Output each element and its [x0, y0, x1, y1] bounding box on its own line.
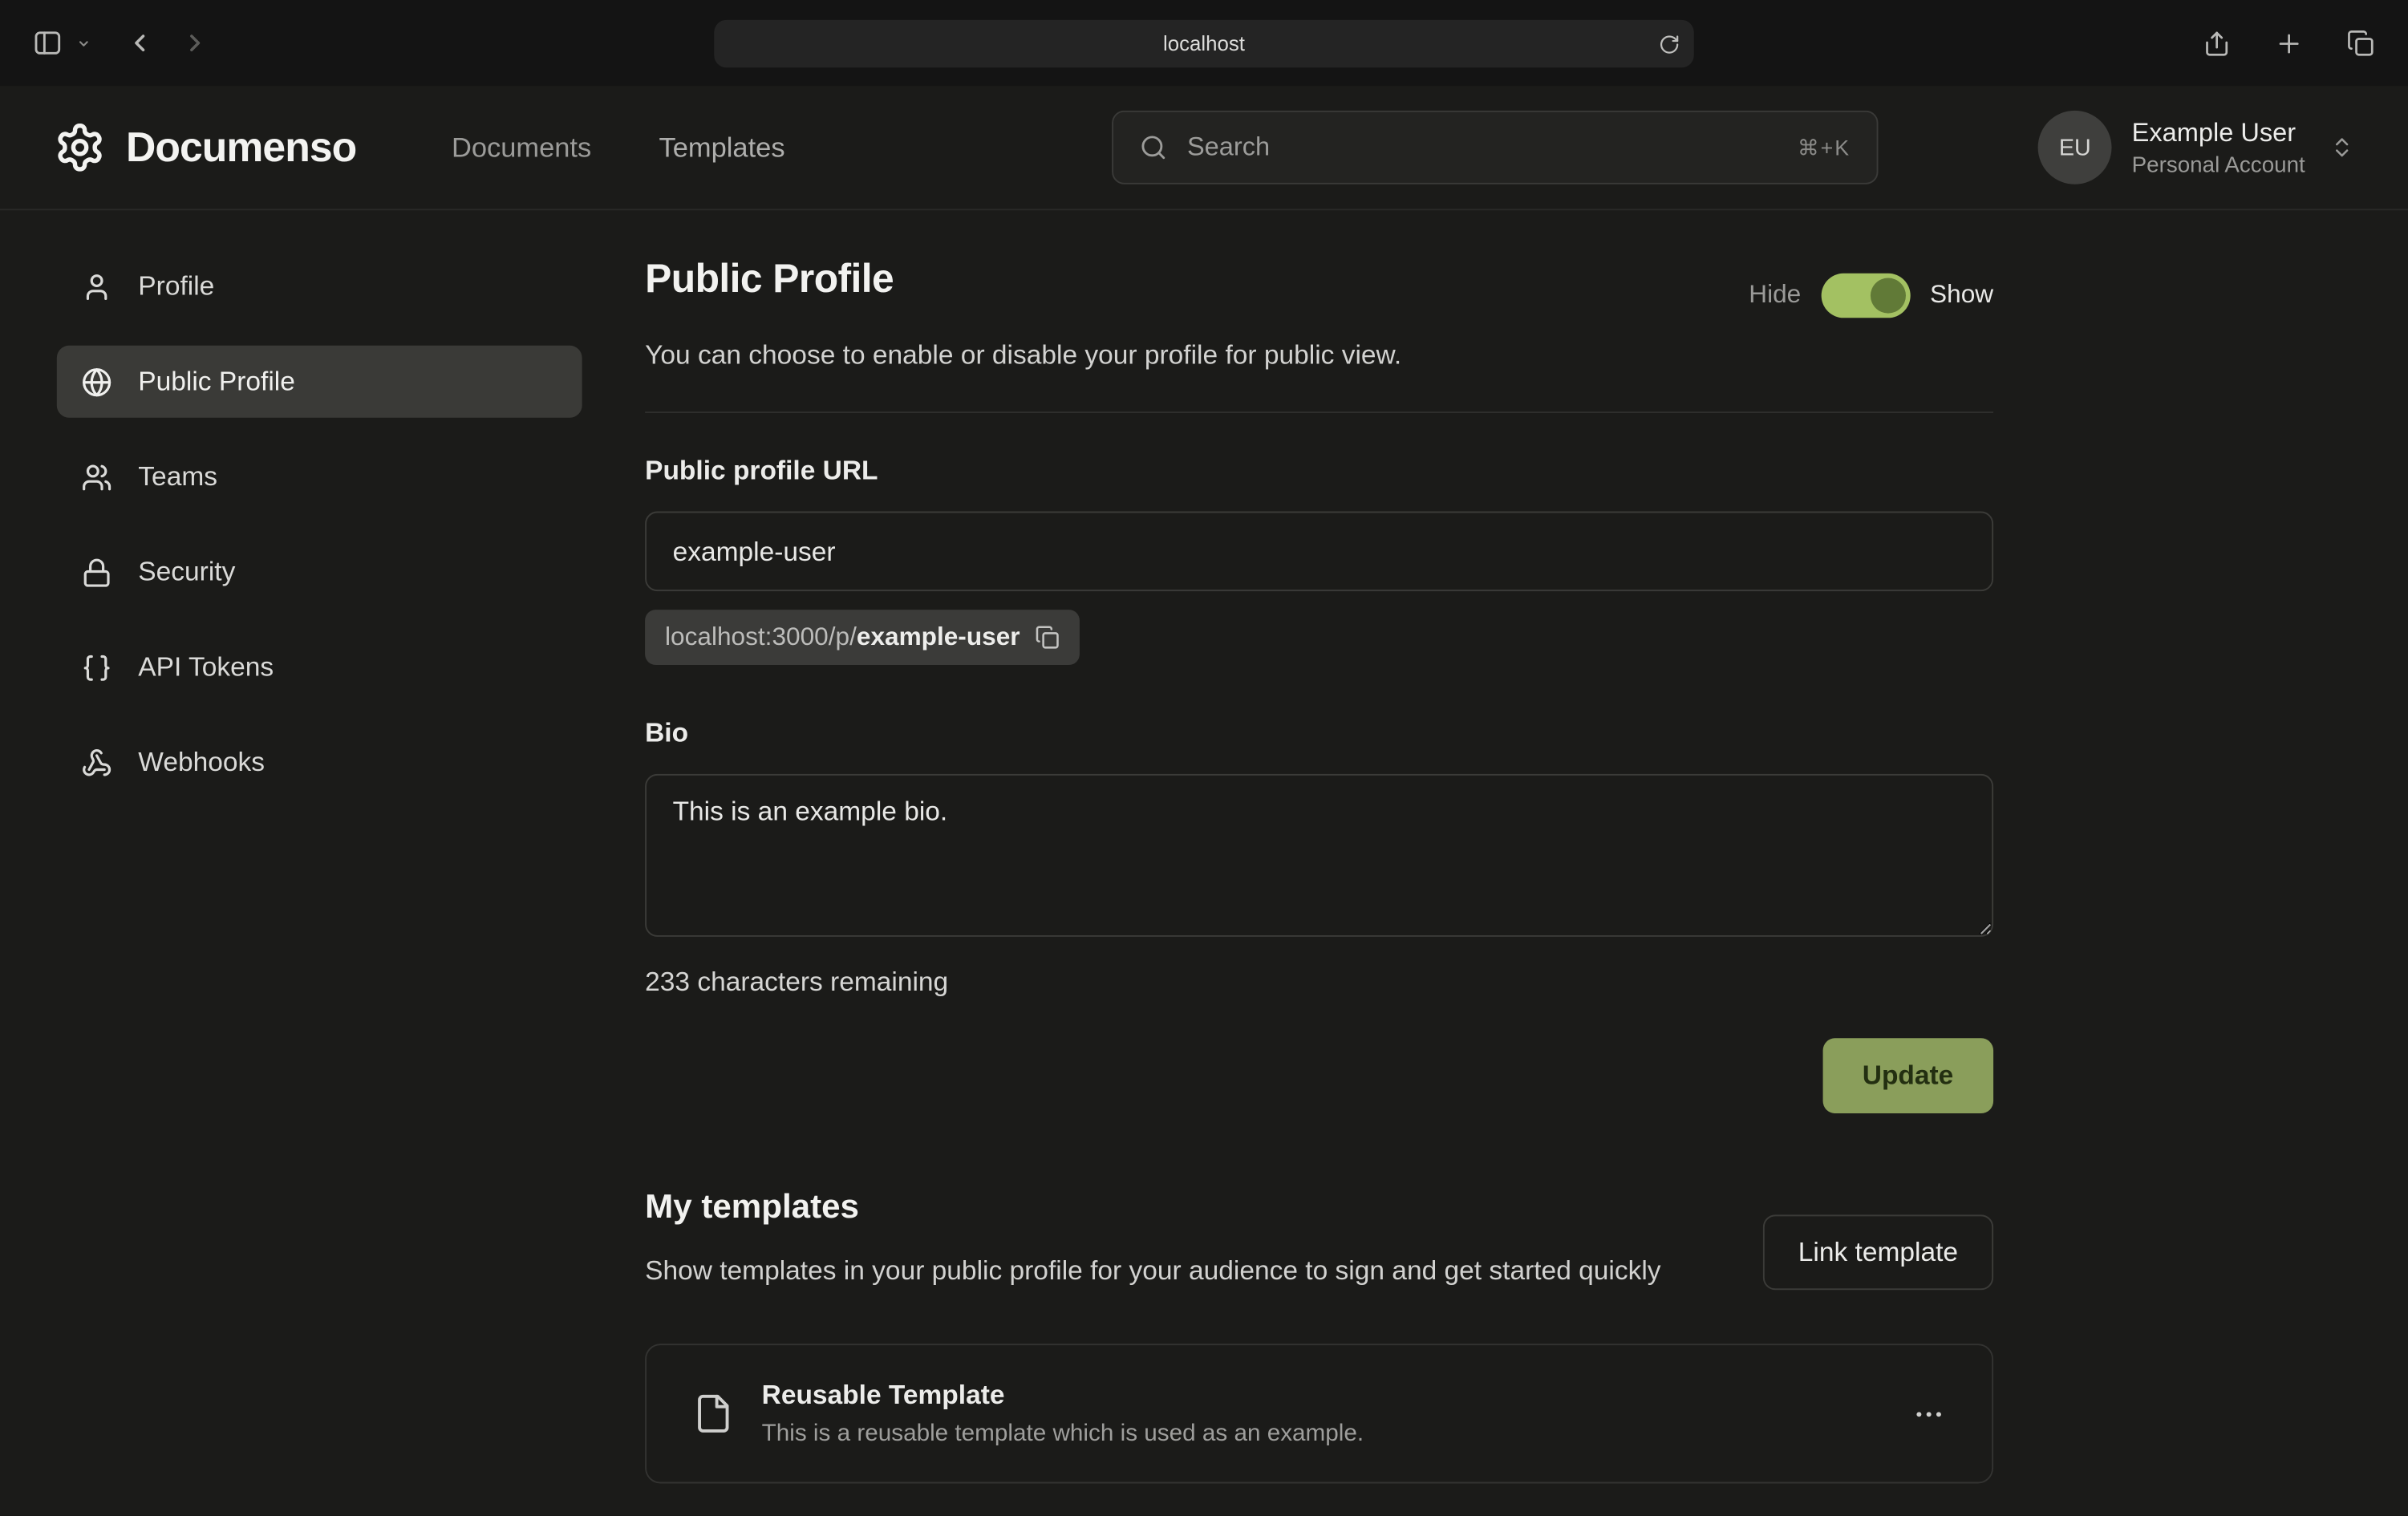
template-description: This is a reusable template which is use…	[762, 1421, 1364, 1448]
refresh-button[interactable]	[1659, 33, 1680, 55]
profile-url-chip: localhost:3000/p/example-user	[645, 610, 1080, 665]
bio-label: Bio	[645, 717, 1993, 749]
chevrons-up-down-icon	[2329, 135, 2354, 160]
toggle-knob	[1870, 278, 1905, 314]
globe-icon	[81, 367, 111, 397]
search-input[interactable]: Search ⌘+K	[1112, 111, 1878, 184]
users-icon	[81, 461, 111, 492]
page-subtitle: You can choose to enable or disable your…	[645, 339, 1993, 371]
user-info: Example User Personal Account	[2132, 117, 2305, 177]
documenso-logo-icon	[54, 121, 106, 173]
my-templates-description: Show templates in your public profile fo…	[645, 1250, 1720, 1291]
sidebar-item-profile[interactable]: Profile	[57, 250, 582, 322]
sidebar-item-webhooks[interactable]: Webhooks	[57, 727, 582, 799]
template-actions-button[interactable]	[1912, 1396, 1946, 1430]
sidebar-item-label: Profile	[138, 270, 214, 302]
browser-chrome: localhost	[0, 0, 2408, 86]
nav-documents[interactable]: Documents	[452, 132, 591, 164]
template-list-item: Reusable Template This is a reusable tem…	[645, 1344, 1993, 1483]
share-button[interactable]	[2195, 21, 2240, 66]
public-profile-url-input[interactable]	[645, 512, 1993, 592]
toggle-hide-label: Hide	[1749, 281, 1801, 310]
link-template-button[interactable]: Link template	[1763, 1214, 1993, 1290]
sidebar-item-teams[interactable]: Teams	[57, 440, 582, 513]
braces-icon	[81, 652, 111, 683]
user-account-type: Personal Account	[2132, 152, 2305, 177]
back-button[interactable]	[118, 22, 161, 65]
visibility-toggle-group: Hide Show	[1749, 274, 1993, 318]
tab-overview-button[interactable]	[2339, 21, 2384, 66]
copy-url-button[interactable]	[1036, 625, 1060, 650]
tabs-icon	[2346, 28, 2375, 57]
copy-icon	[1036, 625, 1060, 650]
avatar-initials: EU	[2059, 135, 2091, 161]
screen: localhost Documenso Documents Templates	[0, 0, 2408, 1516]
brand-name: Documenso	[126, 124, 356, 171]
search-icon	[1140, 134, 1167, 161]
address-bar[interactable]: localhost	[714, 20, 1693, 67]
user-name: Example User	[2132, 117, 2305, 148]
template-info: Reusable Template This is a reusable tem…	[762, 1379, 1364, 1448]
app-header: Documenso Documents Templates Search ⌘+K…	[0, 86, 2408, 210]
divider	[645, 411, 1993, 413]
my-templates-section: My templates Show templates in your publ…	[645, 1187, 1993, 1516]
sidebar-menu-chevron-icon[interactable]	[77, 36, 91, 50]
file-icon	[692, 1392, 734, 1434]
forward-button[interactable]	[173, 22, 217, 65]
sidebar-item-label: API Tokens	[138, 651, 274, 683]
ellipsis-icon	[1912, 1396, 1946, 1430]
lock-icon	[81, 557, 111, 587]
settings-sidebar: Profile Public Profile Teams Security AP…	[0, 210, 645, 1515]
user-icon	[81, 271, 111, 302]
sidebar-toggle-button[interactable]	[25, 20, 71, 66]
sidebar-item-label: Teams	[138, 460, 217, 492]
sidebar-item-label: Webhooks	[138, 746, 265, 778]
sidebar-item-security[interactable]: Security	[57, 536, 582, 608]
chrome-right-controls	[2195, 21, 2383, 66]
sidebar-icon	[32, 27, 63, 58]
avatar: EU	[2038, 111, 2112, 184]
search-placeholder: Search	[1187, 132, 1270, 163]
webhook-icon	[81, 747, 111, 777]
address-bar-url: localhost	[1163, 32, 1245, 55]
chrome-left-controls	[25, 20, 217, 66]
update-button[interactable]: Update	[1822, 1038, 1993, 1113]
user-menu[interactable]: EU Example User Personal Account	[2038, 111, 2354, 184]
search-shortcut-hint: ⌘+K	[1798, 135, 1851, 161]
page-title: Public Profile	[645, 255, 894, 302]
app-body: Profile Public Profile Teams Security AP…	[0, 210, 2408, 1515]
nav-templates[interactable]: Templates	[659, 132, 784, 164]
new-tab-button[interactable]	[2267, 21, 2312, 66]
brand-logo[interactable]: Documenso	[54, 121, 356, 173]
toggle-show-label: Show	[1930, 281, 1993, 310]
public-profile-url-label: Public profile URL	[645, 455, 1993, 487]
profile-url-text: localhost:3000/p/example-user	[665, 622, 1020, 651]
chevron-left-icon	[126, 29, 153, 56]
sidebar-item-label: Security	[138, 556, 235, 588]
bio-textarea[interactable]: This is an example bio.	[645, 774, 1993, 937]
sidebar-item-public-profile[interactable]: Public Profile	[57, 346, 582, 418]
profile-visibility-toggle[interactable]	[1821, 274, 1910, 318]
refresh-icon	[1659, 33, 1680, 55]
characters-remaining: 233 characters remaining	[645, 966, 1993, 998]
share-icon	[2202, 28, 2231, 57]
plus-icon	[2274, 28, 2303, 57]
public-profile-settings: Public Profile Hide Show You can choose …	[645, 210, 1993, 1515]
sidebar-item-label: Public Profile	[138, 366, 295, 398]
template-name: Reusable Template	[762, 1379, 1364, 1411]
sidebar-item-api-tokens[interactable]: API Tokens	[57, 631, 582, 703]
chevron-right-icon	[181, 29, 209, 56]
main-nav: Documents Templates	[452, 132, 785, 164]
